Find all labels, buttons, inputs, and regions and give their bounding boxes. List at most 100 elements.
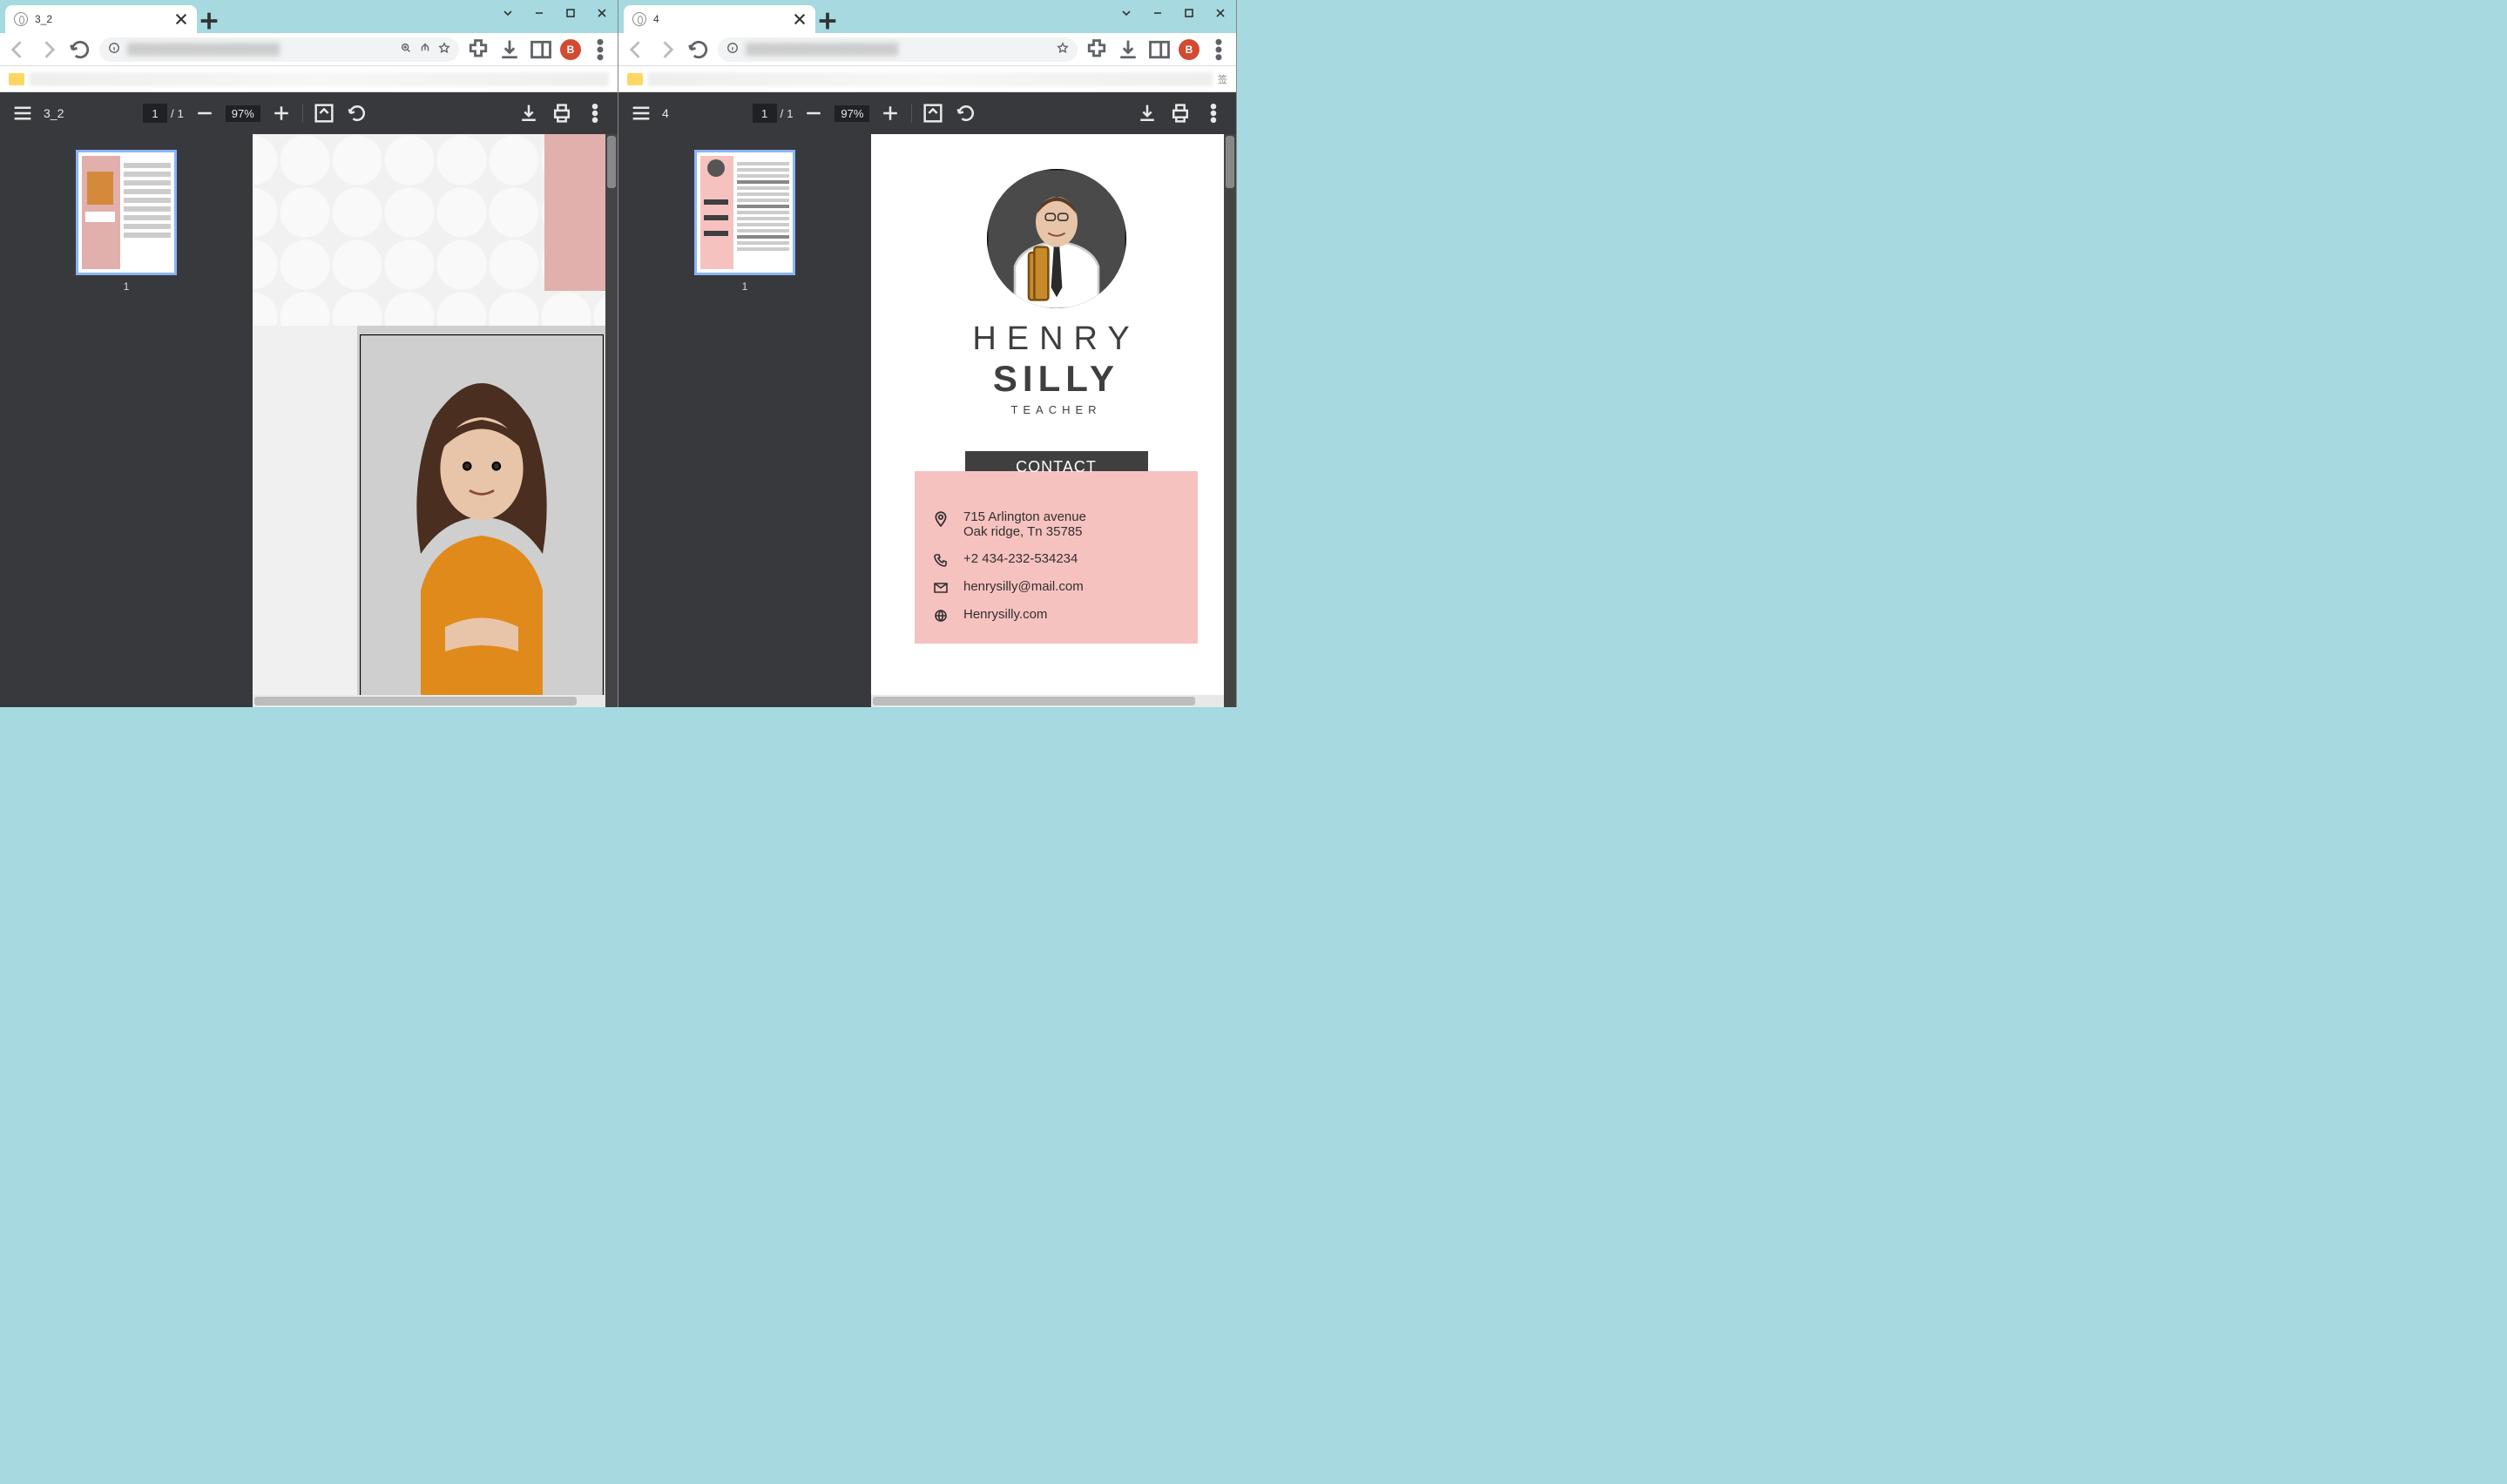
profile-avatar[interactable]: B bbox=[560, 39, 581, 60]
thumbnail-panel: 1 bbox=[618, 134, 871, 707]
fit-page-button[interactable] bbox=[921, 101, 945, 125]
zoom-level[interactable]: 97% bbox=[226, 105, 260, 122]
download-button[interactable] bbox=[517, 101, 541, 125]
back-button[interactable] bbox=[5, 37, 30, 62]
address-text: ███████████████████ bbox=[127, 43, 393, 56]
zoom-out-button[interactable] bbox=[193, 101, 217, 125]
fit-page-button[interactable] bbox=[312, 101, 336, 125]
new-tab-button[interactable] bbox=[815, 9, 840, 33]
page-separator: / bbox=[780, 107, 784, 120]
pdf-more-button[interactable] bbox=[1201, 101, 1226, 125]
page-total: 1 bbox=[787, 107, 793, 120]
page-thumbnail[interactable] bbox=[694, 150, 795, 275]
address-bar[interactable]: ███████████████████ bbox=[99, 37, 459, 62]
window-close-button[interactable] bbox=[586, 0, 618, 26]
contact-address-row: 715 Arlington avenue Oak ridge, Tn 35785 bbox=[932, 509, 1180, 539]
browser-menu-button[interactable] bbox=[1206, 37, 1231, 62]
window-close-button[interactable] bbox=[1205, 0, 1236, 26]
vertical-scrollbar[interactable] bbox=[605, 134, 618, 707]
tab-close-button[interactable] bbox=[174, 12, 188, 26]
window-dropdown-button[interactable] bbox=[1111, 0, 1142, 26]
back-button[interactable] bbox=[624, 37, 648, 62]
print-button[interactable] bbox=[1168, 101, 1193, 125]
pdf-page-view[interactable]: HENRY SILLY TEACHER CONTACT 715 Arlingto… bbox=[871, 134, 1236, 707]
globe-icon bbox=[632, 12, 646, 26]
profile-avatar[interactable]: B bbox=[1179, 39, 1199, 60]
contact-email: henrysilly@mail.com bbox=[963, 579, 1084, 594]
window-maximize-button[interactable] bbox=[555, 0, 586, 26]
location-icon bbox=[932, 509, 949, 527]
vertical-scrollbar[interactable] bbox=[1224, 134, 1236, 707]
pdf-toolbar: 4 / 1 97% bbox=[618, 92, 1236, 134]
reload-button[interactable] bbox=[68, 37, 92, 62]
share-icon[interactable] bbox=[419, 42, 431, 57]
browser-tab[interactable]: 4 bbox=[624, 5, 815, 33]
pdf-menu-button[interactable] bbox=[629, 101, 653, 125]
email-icon bbox=[932, 579, 949, 595]
browser-menu-button[interactable] bbox=[588, 37, 612, 62]
page-thumbnail[interactable] bbox=[76, 150, 177, 275]
person-photo bbox=[360, 334, 604, 695]
info-icon bbox=[726, 42, 739, 57]
thumbnail-panel: 1 bbox=[0, 134, 253, 707]
sidepanel-icon[interactable] bbox=[1147, 37, 1172, 62]
pdf-body: 1 HEN bbox=[618, 134, 1236, 707]
page-input[interactable] bbox=[753, 104, 777, 123]
downloads-icon[interactable] bbox=[1116, 37, 1140, 62]
pdf-menu-button[interactable] bbox=[10, 101, 35, 125]
new-tab-button[interactable] bbox=[197, 9, 221, 33]
forward-button[interactable] bbox=[655, 37, 679, 62]
address-bar[interactable]: ███████████████████ bbox=[718, 37, 1078, 62]
browser-tab[interactable]: 3_2 bbox=[5, 5, 197, 33]
zoom-level[interactable]: 97% bbox=[835, 105, 869, 122]
rotate-button[interactable] bbox=[345, 101, 369, 125]
contact-website: Henrysilly.com bbox=[963, 607, 1047, 622]
window-dropdown-button[interactable] bbox=[492, 0, 524, 26]
pdf-more-button[interactable] bbox=[583, 101, 607, 125]
horizontal-scrollbar[interactable] bbox=[253, 695, 605, 707]
bookmark-folder-icon[interactable] bbox=[627, 73, 643, 85]
tab-title: 3_2 bbox=[35, 13, 52, 25]
browser-window-left: 3_2 ███████████████████ B 3_2 bbox=[0, 0, 618, 707]
downloads-icon[interactable] bbox=[497, 37, 522, 62]
resume-first-name: HENRY bbox=[915, 320, 1198, 358]
extensions-icon[interactable] bbox=[466, 37, 490, 62]
pdf-body: 1 bbox=[0, 134, 618, 707]
zoom-in-button[interactable] bbox=[269, 101, 294, 125]
phone-icon bbox=[932, 551, 949, 567]
sidepanel-icon[interactable] bbox=[529, 37, 553, 62]
tab-close-button[interactable] bbox=[793, 12, 807, 26]
star-icon[interactable] bbox=[438, 42, 450, 57]
zoom-icon[interactable] bbox=[400, 42, 412, 57]
window-controls bbox=[1111, 0, 1236, 26]
forward-button[interactable] bbox=[37, 37, 61, 62]
bookmark-overflow-icon[interactable]: 签 bbox=[1218, 72, 1227, 86]
address-text: ███████████████████ bbox=[746, 43, 1050, 56]
window-minimize-button[interactable] bbox=[524, 0, 555, 26]
window-minimize-button[interactable] bbox=[1142, 0, 1173, 26]
bookmark-folder-icon[interactable] bbox=[9, 73, 24, 85]
globe-icon bbox=[932, 607, 949, 623]
page-indicator: / 1 bbox=[753, 104, 794, 123]
tab-title: 4 bbox=[653, 13, 659, 25]
zoom-in-button[interactable] bbox=[878, 101, 902, 125]
pdf-page-view[interactable] bbox=[253, 134, 618, 707]
pdf-toolbar: 3_2 / 1 97% bbox=[0, 92, 618, 134]
zoom-out-button[interactable] bbox=[801, 101, 826, 125]
page-input[interactable] bbox=[143, 104, 167, 123]
reload-button[interactable] bbox=[686, 37, 711, 62]
extensions-icon[interactable] bbox=[1085, 37, 1109, 62]
print-button[interactable] bbox=[550, 101, 574, 125]
star-icon[interactable] bbox=[1057, 42, 1069, 57]
window-maximize-button[interactable] bbox=[1173, 0, 1205, 26]
bookmarks-bar bbox=[0, 66, 618, 92]
horizontal-scrollbar[interactable] bbox=[871, 695, 1224, 707]
rotate-button[interactable] bbox=[954, 101, 978, 125]
contact-email-row: henrysilly@mail.com bbox=[932, 579, 1180, 595]
thumbnail-label: 1 bbox=[742, 280, 748, 293]
download-button[interactable] bbox=[1135, 101, 1159, 125]
page-total: 1 bbox=[178, 107, 184, 120]
page-indicator: / 1 bbox=[143, 104, 184, 123]
info-icon bbox=[108, 42, 120, 57]
bookmark-items-blurred bbox=[648, 72, 1213, 86]
